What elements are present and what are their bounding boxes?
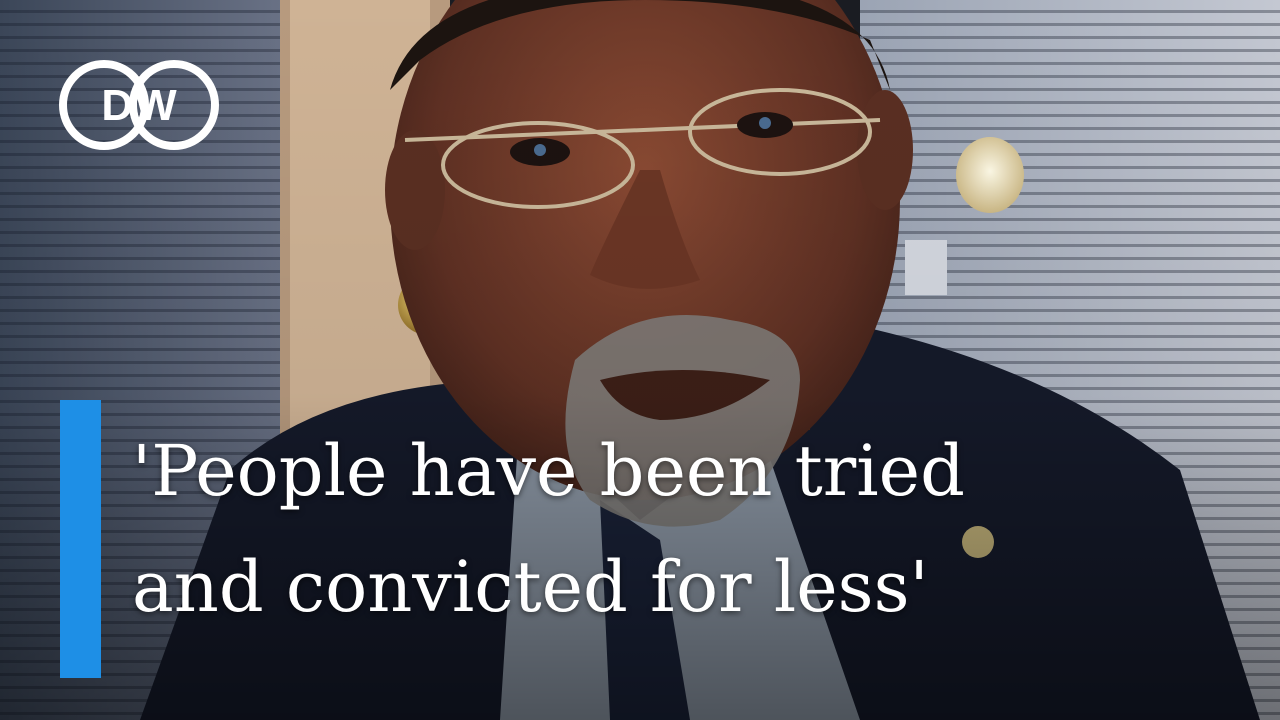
svg-text:DW: DW [101, 81, 178, 130]
headline-line-2: and convicted for less' [132, 546, 929, 628]
dw-logo: DW [59, 60, 219, 150]
headline-quote: 'People have been tried and convicted fo… [132, 413, 1252, 645]
accent-bar [60, 400, 101, 678]
headline-line-1: 'People have been tried [132, 430, 965, 512]
